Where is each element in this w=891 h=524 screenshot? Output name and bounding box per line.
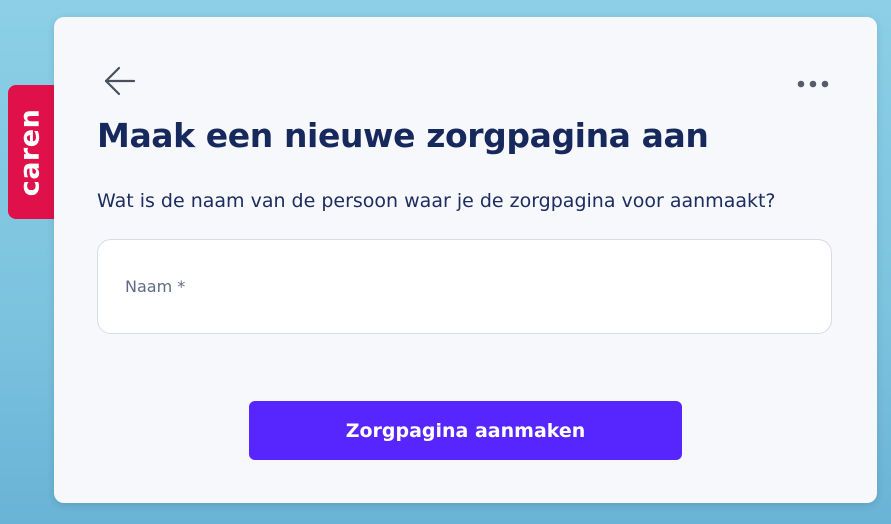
more-options-button[interactable] — [793, 67, 833, 97]
create-care-page-card: Maak een nieuwe zorgpagina aan Wat is de… — [54, 17, 877, 503]
name-question: Wat is de naam van de persoon waar je de… — [97, 190, 776, 212]
brand-tab: caren — [8, 85, 58, 219]
create-care-page-button[interactable]: Zorgpagina aanmaken — [249, 401, 682, 460]
name-field[interactable] — [97, 239, 832, 334]
page-title: Maak een nieuwe zorgpagina aan — [97, 116, 709, 155]
name-input[interactable] — [125, 277, 804, 296]
back-button[interactable] — [100, 63, 140, 103]
brand-logo: caren — [14, 108, 46, 196]
more-horizontal-icon — [797, 73, 829, 92]
arrow-left-icon — [103, 66, 137, 100]
